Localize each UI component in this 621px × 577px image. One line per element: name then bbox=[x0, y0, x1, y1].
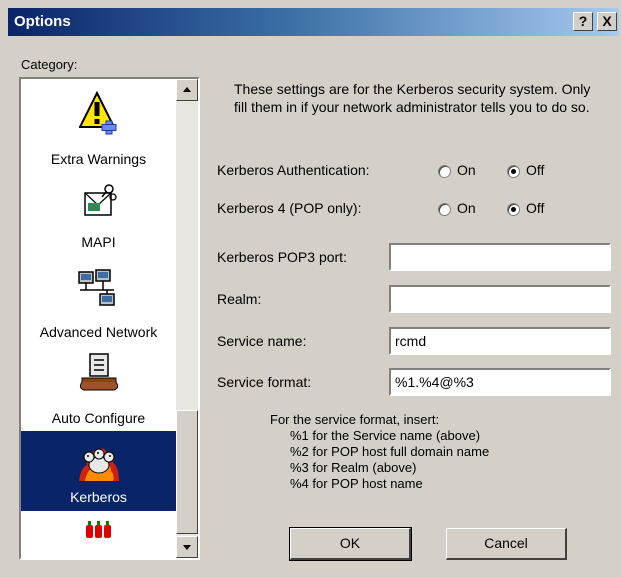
title-bar[interactable]: Options ? X bbox=[8, 8, 619, 36]
hint-line: %2 for POP host full domain name bbox=[290, 444, 490, 459]
kerberos4-on-label[interactable]: On bbox=[457, 200, 476, 216]
kerberos4-label: Kerberos 4 (POP only): bbox=[217, 200, 362, 216]
category-item-extra-warnings[interactable]: Extra Warnings bbox=[21, 79, 176, 175]
window-title: Options bbox=[14, 13, 71, 30]
realm-input[interactable] bbox=[389, 285, 611, 313]
kerberos-auth-off-radio[interactable] bbox=[507, 165, 520, 178]
cancel-button[interactable]: Cancel bbox=[446, 528, 567, 560]
ok-button[interactable]: OK bbox=[289, 527, 412, 561]
network-computers-icon bbox=[77, 269, 115, 306]
category-scrollbar[interactable] bbox=[176, 79, 198, 558]
hint-line: %4 for POP host name bbox=[290, 476, 423, 491]
category-item-peppers[interactable] bbox=[21, 511, 176, 558]
scroll-down-button[interactable] bbox=[176, 536, 198, 558]
pop3-port-input[interactable] bbox=[389, 243, 611, 271]
hot-peppers-icon bbox=[85, 521, 111, 538]
pop3-port-label: Kerberos POP3 port: bbox=[217, 249, 347, 265]
warning-icon bbox=[78, 91, 116, 135]
service-name-label: Service name: bbox=[217, 333, 307, 349]
kerberos-auth-on-label[interactable]: On bbox=[457, 162, 476, 178]
category-label-auto-configure: Auto Configure bbox=[51, 410, 146, 426]
service-format-hint: For the service format, insert: %1 for t… bbox=[270, 412, 489, 492]
category-item-advanced-network[interactable]: Advanced Network bbox=[21, 259, 176, 349]
service-name-input[interactable] bbox=[389, 327, 611, 355]
category-label-extra-warnings: Extra Warnings bbox=[50, 151, 147, 167]
kerberos-auth-off-label[interactable]: Off bbox=[526, 162, 544, 178]
category-label-mapi: MAPI bbox=[81, 234, 116, 250]
help-icon: ? bbox=[578, 13, 588, 29]
category-label-advanced-network: Advanced Network bbox=[39, 324, 158, 340]
intro-text: These settings are for the Kerberos secu… bbox=[234, 81, 591, 115]
category-item-mapi[interactable]: MAPI bbox=[21, 175, 176, 259]
hint-line: %1 for the Service name (above) bbox=[290, 428, 481, 443]
kerberos4-off-label[interactable]: Off bbox=[526, 200, 544, 216]
kerberos-dog-icon bbox=[78, 448, 119, 481]
kerberos4-off-radio[interactable] bbox=[507, 203, 520, 216]
auto-configure-icon bbox=[79, 353, 118, 391]
hint-line: %3 for Realm (above) bbox=[290, 460, 417, 475]
scroll-up-button[interactable] bbox=[176, 79, 198, 101]
scroll-thumb[interactable] bbox=[176, 410, 198, 534]
help-button[interactable]: ? bbox=[573, 12, 593, 31]
kerberos-auth-label: Kerberos Authentication: bbox=[217, 162, 370, 178]
kerberos4-on-radio[interactable] bbox=[438, 203, 451, 216]
category-item-auto-configure[interactable]: Auto Configure bbox=[21, 349, 176, 431]
service-format-label: Service format: bbox=[217, 374, 312, 390]
service-format-input[interactable] bbox=[389, 368, 611, 396]
close-icon: X bbox=[602, 13, 612, 29]
arrow-down-icon bbox=[183, 545, 191, 550]
close-button[interactable]: X bbox=[597, 12, 617, 31]
category-label: Category: bbox=[21, 57, 78, 72]
kerberos4-row: Kerberos 4 (POP only): On Off bbox=[217, 200, 611, 220]
category-item-kerberos[interactable]: Kerberos bbox=[21, 431, 176, 511]
hint-heading: For the service format, insert: bbox=[270, 412, 440, 427]
category-label-kerberos: Kerberos bbox=[70, 489, 127, 505]
kerberos-auth-on-radio[interactable] bbox=[438, 165, 451, 178]
options-dialog: Options ? X Category: Extra Warnings MAP… bbox=[0, 0, 621, 577]
category-list[interactable]: Extra Warnings MAPI Advanced Network Aut… bbox=[19, 77, 200, 560]
kerberos-auth-row: Kerberos Authentication: On Off bbox=[217, 162, 611, 182]
mail-envelope-icon bbox=[83, 184, 117, 216]
realm-label: Realm: bbox=[217, 291, 262, 307]
arrow-up-icon bbox=[183, 87, 191, 92]
